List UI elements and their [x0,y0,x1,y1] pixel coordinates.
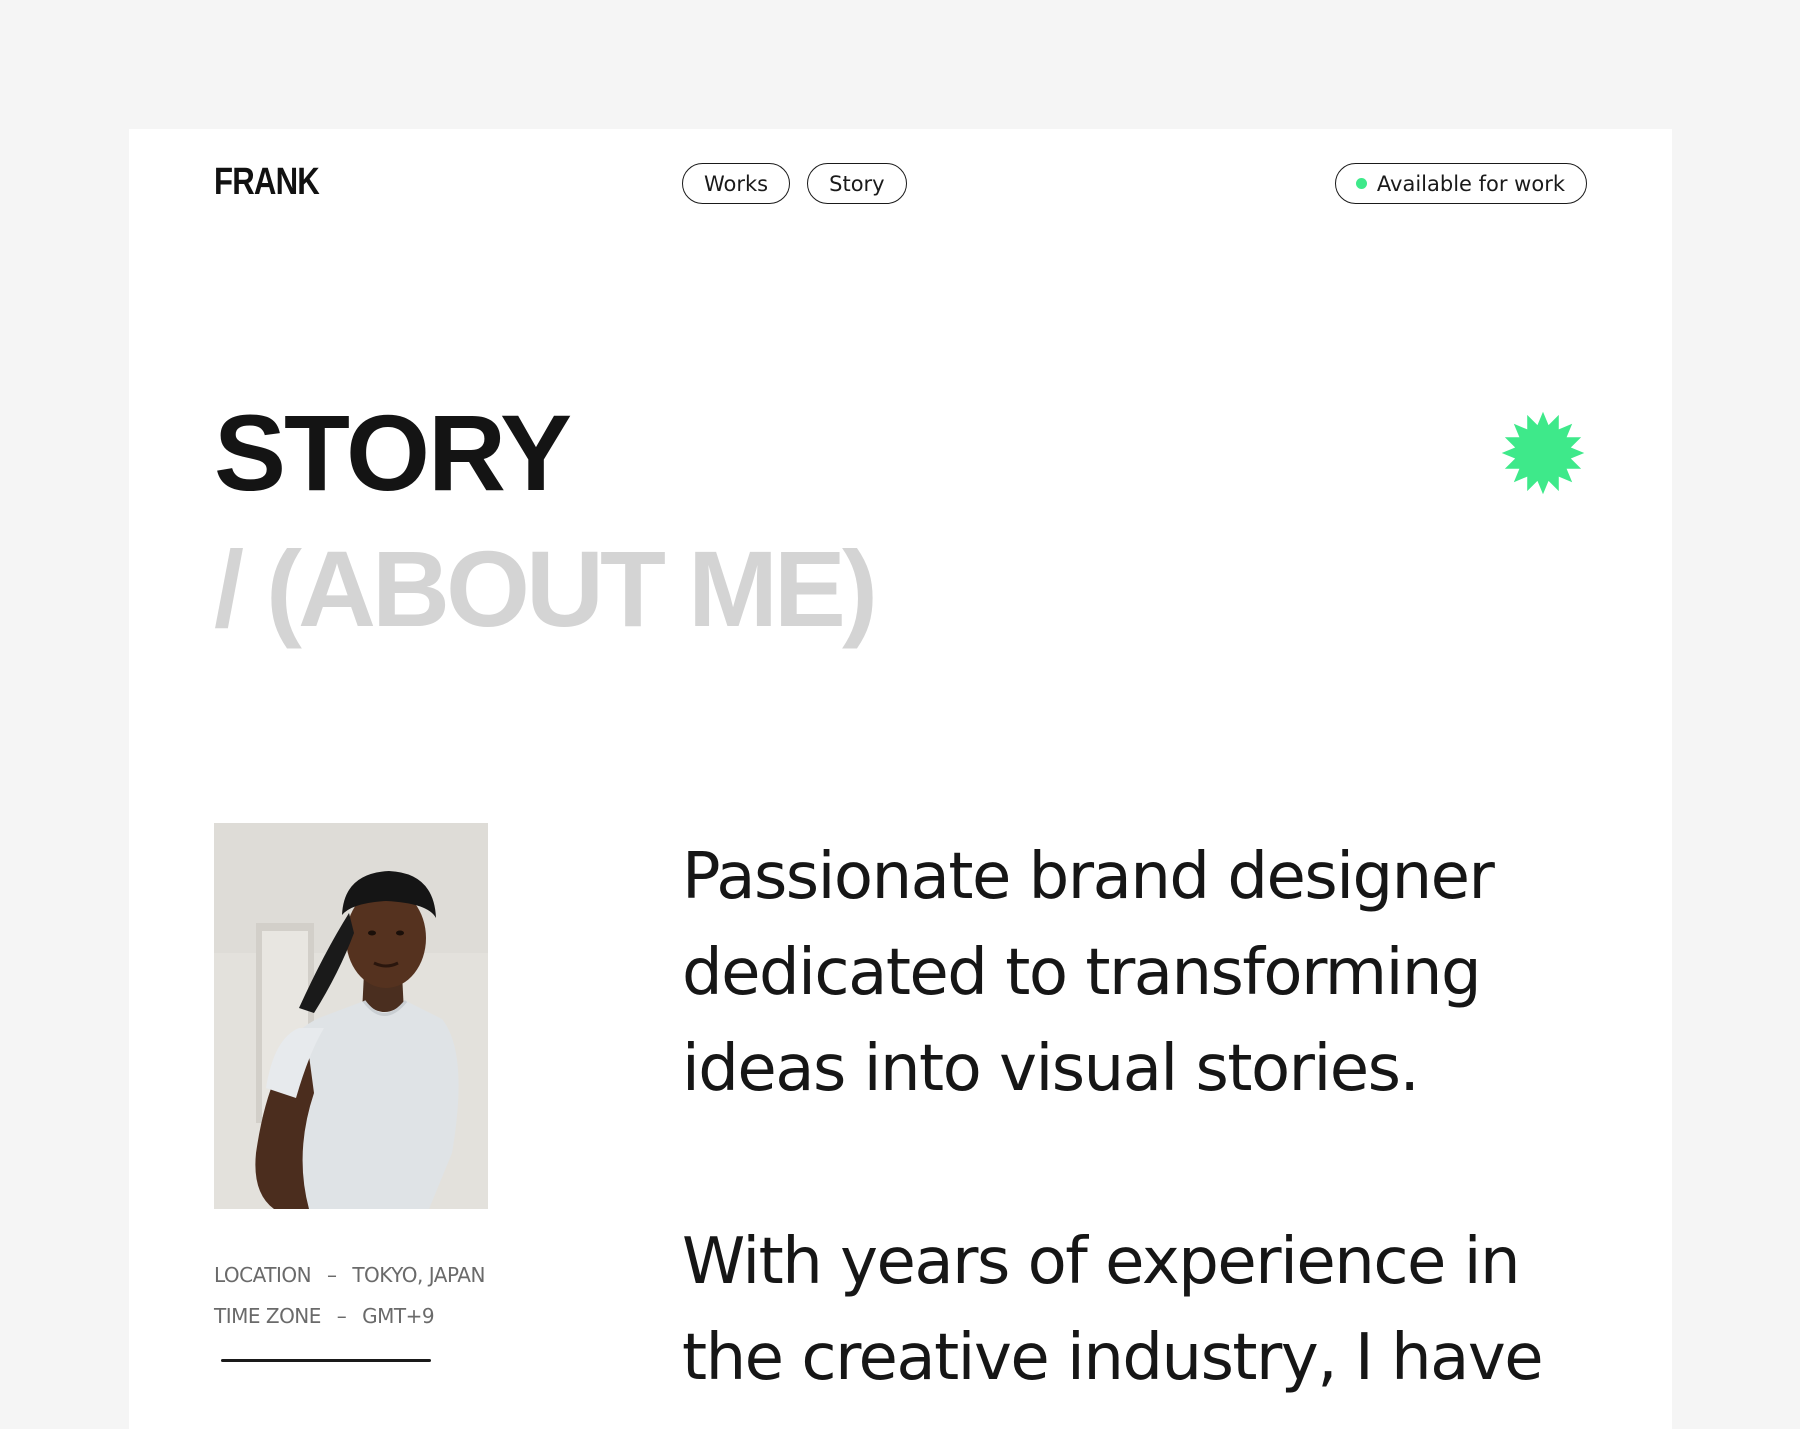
site-logo[interactable]: FRANK [214,161,320,204]
starburst-icon [1501,411,1585,495]
location-label: LOCATION [214,1263,312,1287]
bio-paragraph-2: With years of experience in the creative… [682,1225,1544,1395]
status-dot-icon [1355,178,1367,189]
main-nav: Works Story [682,163,907,204]
availability-label: Available for work [1376,171,1565,196]
page-subtitle: / (ABOUT ME) [214,528,878,649]
nav-works-button[interactable]: Works [682,163,791,204]
timezone-label: TIME ZONE [214,1304,321,1328]
location-value: TOKYO, JAPAN [352,1263,485,1287]
page-card: FRANK Works Story Available for work STO… [129,129,1672,1429]
portrait-illustration [214,823,488,1209]
portrait-photo [214,823,488,1209]
timezone-value: GMT+9 [362,1304,435,1328]
nav-story-button[interactable]: Story [807,163,907,204]
bio-paragraph-1: Passionate brand designer dedicated to t… [682,840,1495,1106]
availability-badge[interactable]: Available for work [1334,163,1587,204]
separator: – [326,1263,337,1287]
page-title: STORY [214,392,572,513]
separator: – [336,1304,347,1328]
timezone-info: TIME ZONE – GMT+9 [214,1304,435,1328]
location-info: LOCATION – TOKYO, JAPAN [214,1263,485,1287]
cta-underline[interactable] [221,1359,431,1362]
